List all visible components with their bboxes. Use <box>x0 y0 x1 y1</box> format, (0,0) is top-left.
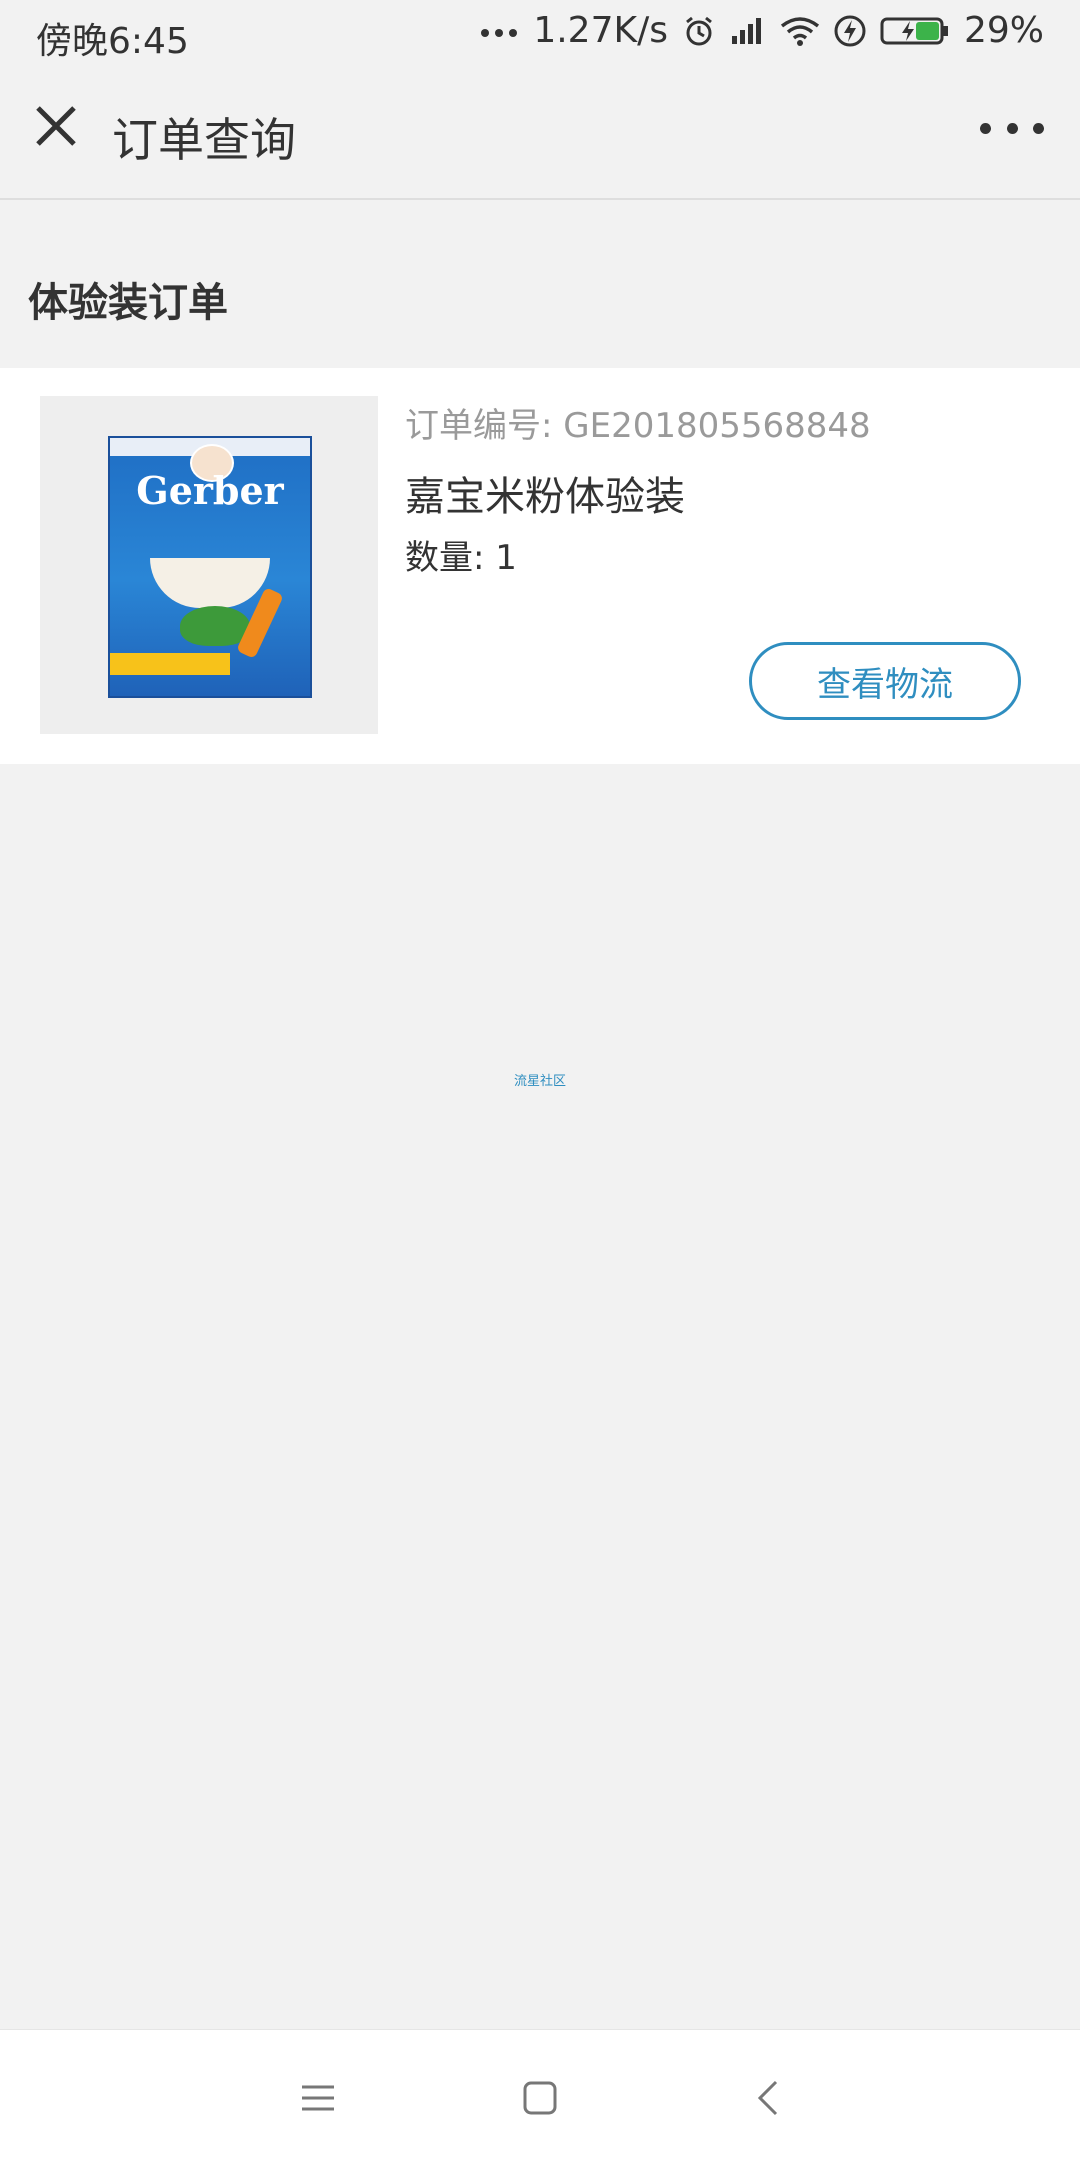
quantity: 数量: 1 <box>405 538 517 578</box>
more-icon-dot <box>1006 122 1018 134</box>
menu-icon <box>302 2085 334 2111</box>
package-stripe <box>110 653 230 675</box>
wifi-icon <box>780 16 820 46</box>
battery-icon <box>880 15 950 47</box>
battery-percent: 29% <box>963 10 1044 51</box>
status-bar: 傍晚6:45 1.27K/s 29% <box>0 0 1080 68</box>
more-icon-dot <box>1033 122 1044 134</box>
status-icons: 1.27K/s 29% <box>479 10 1044 51</box>
alarm-icon <box>682 14 716 48</box>
more-button[interactable] <box>980 108 1044 148</box>
close-button[interactable] <box>28 98 84 154</box>
more-icon-dot <box>980 122 991 134</box>
back-button[interactable] <box>738 2068 798 2128</box>
network-speed: 1.27K/s <box>533 10 668 51</box>
product-image[interactable]: Gerber <box>40 396 378 734</box>
spinach-icon <box>180 606 250 646</box>
order-number: 订单编号: GE201805568848 <box>405 406 871 446</box>
gerber-package-image: Gerber <box>108 436 312 698</box>
bowl-icon <box>150 558 270 608</box>
status-time: 傍晚6:45 <box>36 21 189 62</box>
signal-icon <box>730 16 766 46</box>
close-icon <box>36 106 76 146</box>
home-icon <box>523 2081 557 2115</box>
page-title: 订单查询 <box>112 113 296 167</box>
menu-button[interactable] <box>288 2068 348 2128</box>
more-dots-icon <box>479 21 519 41</box>
product-name: 嘉宝米粉体验装 <box>405 474 685 520</box>
section-title: 体验装订单 <box>28 280 228 326</box>
package-brand: Gerber <box>136 468 284 513</box>
charging-icon <box>834 14 866 48</box>
community-link[interactable]: 流星社区 <box>0 1070 1080 1089</box>
view-logistics-button[interactable]: 查看物流 <box>749 642 1021 720</box>
back-icon <box>757 2080 778 2116</box>
order-card: Gerber 订单编号: GE201805568848 嘉宝米粉体验装 数量: … <box>0 368 1080 764</box>
system-nav-bar <box>0 2029 1080 2160</box>
home-button[interactable] <box>510 2068 570 2128</box>
nav-bar: 订单查询 <box>0 68 1080 200</box>
